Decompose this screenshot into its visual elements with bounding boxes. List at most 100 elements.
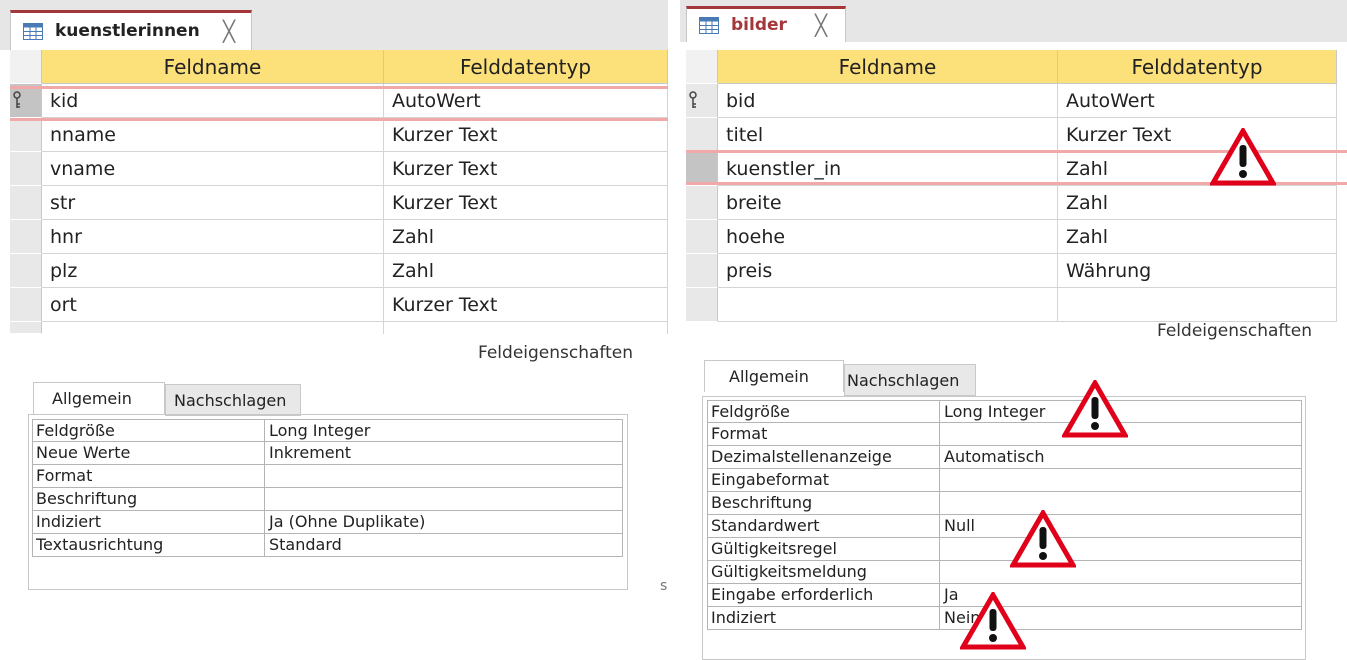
column-header-felddatentyp[interactable]: Felddatentyp	[1058, 50, 1337, 84]
row-selector[interactable]	[686, 118, 718, 152]
row-selector[interactable]	[686, 220, 718, 254]
property-name: Feldgröße	[707, 400, 940, 423]
row-selector[interactable]	[10, 220, 42, 254]
field-name-cell[interactable]: titel	[718, 118, 1058, 152]
primary-key-icon	[13, 91, 21, 108]
tab-label: Allgemein	[729, 367, 809, 386]
row-selector[interactable]	[686, 186, 718, 220]
row-selector[interactable]	[686, 254, 718, 288]
property-value[interactable]	[940, 561, 1302, 584]
tab-label: Allgemein	[52, 389, 132, 408]
field-name-cell[interactable]: str	[42, 186, 384, 220]
row-selector[interactable]	[686, 152, 718, 186]
tab-nachschlagen[interactable]: Nachschlagen	[844, 364, 976, 396]
field-name-cell[interactable]: breite	[718, 186, 1058, 220]
kuenstlerinnen-design-view: kuenstlerinnen ╳ Feldname Felddatentyp k…	[0, 0, 668, 660]
property-value[interactable]: Ja (Ohne Duplikate)	[265, 511, 623, 534]
property-name: Format	[32, 465, 265, 488]
property-name: Beschriftung	[707, 492, 940, 515]
tab-label: Nachschlagen	[847, 371, 960, 390]
field-type-cell[interactable]: Zahl	[1058, 152, 1337, 186]
property-value[interactable]: Long Integer	[265, 419, 623, 442]
field-name-cell[interactable]: hoehe	[718, 220, 1058, 254]
primary-key-icon	[689, 91, 697, 108]
row-selector[interactable]	[686, 84, 718, 118]
property-name: Indiziert	[707, 607, 940, 630]
select-all-corner[interactable]	[686, 50, 718, 84]
property-name: Textausrichtung	[32, 534, 265, 557]
field-type-cell[interactable]: Kurzer Text	[384, 186, 668, 220]
field-name-cell[interactable]	[42, 322, 384, 334]
tab-title: kuenstlerinnen	[55, 21, 200, 41]
field-type-cell[interactable]: Zahl	[1058, 220, 1337, 254]
current-row-indicator	[10, 86, 668, 89]
field-type-cell[interactable]: Währung	[1058, 254, 1337, 288]
close-tab-icon[interactable]: ╳	[223, 19, 235, 43]
field-name-cell[interactable]: hnr	[42, 220, 384, 254]
field-name-cell[interactable]	[718, 288, 1058, 322]
tab-nachschlagen[interactable]: Nachschlagen	[165, 384, 301, 416]
panel-gap	[668, 0, 680, 660]
row-selector[interactable]	[10, 288, 42, 322]
row-selector[interactable]	[10, 322, 42, 334]
row-selector[interactable]	[686, 288, 718, 322]
field-type-cell[interactable]: AutoWert	[1058, 84, 1337, 118]
tab-title: bilder	[731, 15, 787, 35]
row-selector[interactable]	[10, 118, 42, 152]
field-name-cell[interactable]: plz	[42, 254, 384, 288]
field-type-cell[interactable]	[384, 322, 668, 334]
tab-kuenstlerinnen[interactable]: kuenstlerinnen ╳	[10, 10, 252, 50]
field-name-cell[interactable]: ort	[42, 288, 384, 322]
property-name: Format	[707, 423, 940, 446]
property-value[interactable]	[265, 465, 623, 488]
field-type-cell[interactable]: AutoWert	[384, 84, 668, 118]
column-header-feldname[interactable]: Feldname	[42, 50, 384, 84]
property-name: Standardwert	[707, 515, 940, 538]
field-type-cell[interactable]	[1058, 288, 1337, 322]
property-value[interactable]	[940, 538, 1302, 561]
tab-allgemein[interactable]: Allgemein	[33, 382, 165, 414]
property-name: Gültigkeitsmeldung	[707, 561, 940, 584]
table-icon	[23, 23, 43, 40]
row-selector[interactable]	[10, 84, 42, 118]
bilder-design-view: bilder ╳ Feldname Felddatentyp bid AutoW…	[680, 0, 1347, 660]
property-name: Eingabeformat	[707, 469, 940, 492]
warning-triangle-icon	[1010, 510, 1076, 568]
field-name-cell[interactable]: bid	[718, 84, 1058, 118]
field-type-cell[interactable]: Zahl	[1058, 186, 1337, 220]
field-type-cell[interactable]: Zahl	[384, 254, 668, 288]
tab-allgemein[interactable]: Allgemein	[704, 360, 844, 392]
property-value[interactable]	[940, 469, 1302, 492]
close-tab-icon[interactable]: ╳	[815, 13, 827, 37]
property-value[interactable]: Null	[940, 515, 1302, 538]
row-selector[interactable]	[10, 254, 42, 288]
property-name: Eingabe erforderlich	[707, 584, 940, 607]
field-type-cell[interactable]: Kurzer Text	[1058, 118, 1337, 152]
property-value[interactable]	[940, 492, 1302, 515]
field-name-cell[interactable]: preis	[718, 254, 1058, 288]
field-name-cell[interactable]: vname	[42, 152, 384, 186]
tab-bilder[interactable]: bilder ╳	[686, 6, 846, 42]
field-name-cell[interactable]: kuenstler_in	[718, 152, 1058, 186]
field-type-cell[interactable]: Kurzer Text	[384, 288, 668, 322]
table-icon	[699, 17, 719, 34]
field-type-cell[interactable]: Zahl	[384, 220, 668, 254]
current-row-indicator	[10, 118, 668, 121]
select-all-corner[interactable]	[10, 50, 42, 84]
field-name-cell[interactable]: nname	[42, 118, 384, 152]
warning-triangle-icon	[960, 592, 1026, 650]
column-header-felddatentyp[interactable]: Felddatentyp	[384, 50, 668, 84]
field-properties-label: Feldeigenschaften	[1157, 321, 1313, 341]
property-value[interactable]	[265, 488, 623, 511]
column-header-feldname[interactable]: Feldname	[718, 50, 1058, 84]
property-value[interactable]: Automatisch	[940, 446, 1302, 469]
row-selector[interactable]	[10, 186, 42, 220]
property-name: Beschriftung	[32, 488, 265, 511]
stray-character: s	[660, 578, 668, 594]
property-value[interactable]: Standard	[265, 534, 623, 557]
field-type-cell[interactable]: Kurzer Text	[384, 152, 668, 186]
field-type-cell[interactable]: Kurzer Text	[384, 118, 668, 152]
row-selector[interactable]	[10, 152, 42, 186]
property-value[interactable]: Inkrement	[265, 442, 623, 465]
field-name-cell[interactable]: kid	[42, 84, 384, 118]
